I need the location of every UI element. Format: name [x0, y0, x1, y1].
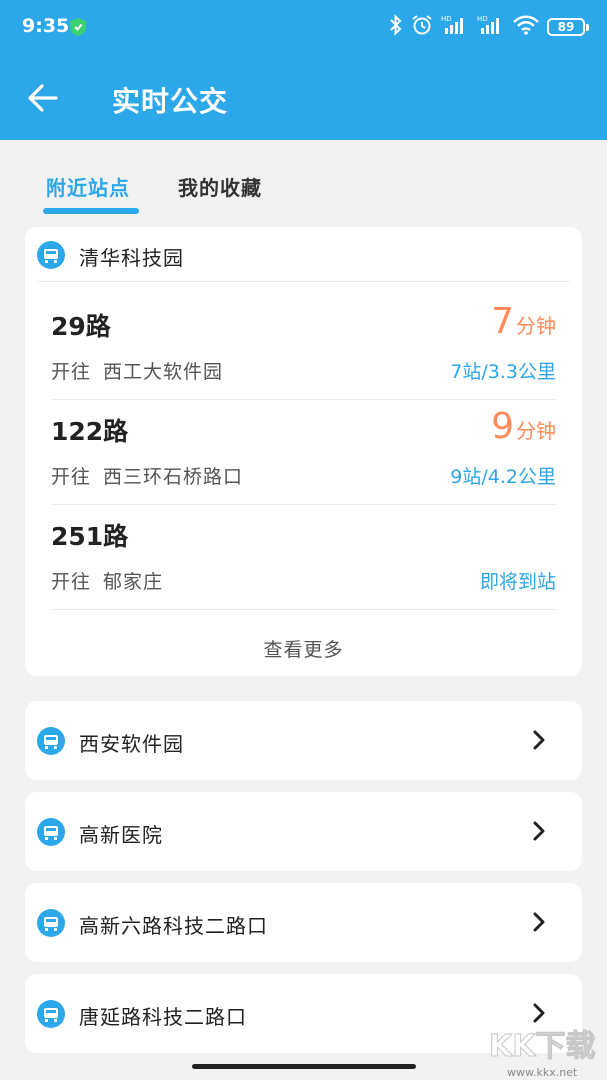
bus-stop-icon	[37, 818, 65, 846]
stop-name: 唐延路科技二路口	[79, 1005, 247, 1029]
tab-bar: 附近站点 我的收藏	[0, 160, 607, 220]
route-row[interactable]: 29路 7 分钟 开往 西工大软件园 7站/3.3公里	[25, 295, 582, 400]
home-indicator[interactable]	[192, 1064, 416, 1069]
divider	[51, 609, 556, 610]
page-title: 实时公交	[112, 85, 229, 118]
divider	[37, 281, 570, 282]
svg-text:HD: HD	[477, 15, 488, 23]
stop-name: 高新六路科技二路口	[79, 914, 268, 938]
chevron-right-icon	[532, 820, 546, 842]
route-row[interactable]: 122路 9 分钟 开往 西三环石桥路口 9站/4.2公里	[25, 400, 582, 505]
route-eta: 9 分钟	[491, 406, 556, 447]
eta-value: 9	[491, 406, 514, 447]
title-bar: 实时公交	[0, 56, 607, 140]
stop-card[interactable]: 西安软件园	[25, 701, 582, 780]
route-distance: 7站/3.3公里	[450, 361, 556, 383]
watermark-text: KK下载	[489, 1029, 596, 1064]
chevron-right-icon	[532, 729, 546, 751]
route-name: 122路	[51, 417, 129, 446]
status-bar: 9:35 HD HD 89	[0, 0, 607, 56]
back-button[interactable]	[22, 76, 66, 120]
route-direction: 开往 西工大软件园	[51, 357, 223, 384]
bus-stop-icon	[37, 241, 65, 269]
direction-label: 开往	[51, 361, 92, 383]
route-row[interactable]: 251路 开往 郁家庄 即将到站	[25, 505, 582, 610]
route-direction: 开往 西三环石桥路口	[51, 462, 243, 489]
app-header: 9:35 HD HD 89 实时公交	[0, 0, 607, 140]
nearby-stop-card: 清华科技园 29路 7 分钟 开往 西工大软件园 7站/3.3公里 122路 9 分钟…	[25, 227, 582, 676]
stop-card[interactable]: 高新医院	[25, 792, 582, 871]
route-distance: 9站/4.2公里	[450, 466, 556, 488]
chevron-right-icon	[532, 1002, 546, 1024]
wifi-icon	[513, 14, 539, 40]
signal-hd-icon: HD	[477, 14, 505, 40]
tab-active-indicator	[43, 208, 139, 214]
bluetooth-icon	[389, 14, 403, 40]
stop-name: 高新医院	[79, 823, 163, 847]
route-name: 29路	[51, 312, 111, 341]
watermark-logo: KK下载 www.kkx.net	[485, 1022, 603, 1080]
bus-stop-icon	[37, 1000, 65, 1028]
status-time: 9:35	[22, 15, 70, 37]
back-arrow-icon	[28, 84, 58, 112]
status-icons: HD HD 89	[389, 14, 589, 40]
route-destination: 西工大软件园	[103, 361, 224, 383]
route-direction: 开往 郁家庄	[51, 567, 163, 594]
shield-icon	[70, 18, 86, 36]
signal-hd-icon: HD	[441, 14, 469, 40]
battery-icon: 89	[547, 18, 589, 36]
bus-stop-icon	[37, 909, 65, 937]
route-eta: 7 分钟	[491, 301, 556, 342]
eta-unit: 分钟	[516, 314, 556, 338]
route-destination: 西三环石桥路口	[103, 466, 244, 488]
eta-unit: 分钟	[516, 419, 556, 443]
svg-text:HD: HD	[441, 15, 452, 23]
route-arrival-status: 即将到站	[479, 571, 556, 593]
direction-label: 开往	[51, 571, 92, 593]
stop-name[interactable]: 清华科技园	[79, 242, 184, 271]
view-more-link[interactable]: 查看更多	[25, 635, 582, 662]
tab-favorites[interactable]: 我的收藏	[178, 172, 262, 201]
route-name: 251路	[51, 522, 129, 551]
direction-label: 开往	[51, 466, 92, 488]
stop-card[interactable]: 高新六路科技二路口	[25, 883, 582, 962]
eta-value: 7	[491, 301, 514, 342]
bus-stop-icon	[37, 727, 65, 755]
watermark-url: www.kkx.net	[507, 1066, 578, 1079]
chevron-right-icon	[532, 911, 546, 933]
alarm-icon	[411, 14, 433, 40]
tab-nearby-stops[interactable]: 附近站点	[46, 172, 130, 201]
stop-name: 西安软件园	[79, 732, 184, 756]
route-destination: 郁家庄	[103, 571, 164, 593]
